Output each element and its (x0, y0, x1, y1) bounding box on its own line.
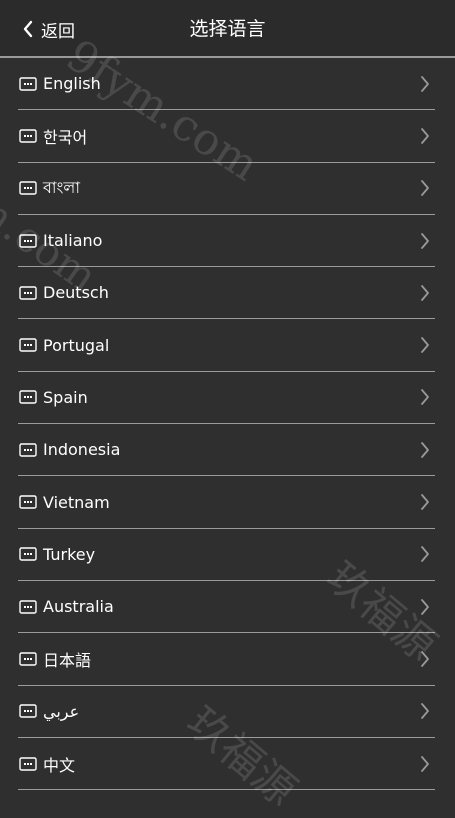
header-bar: 返回 选择语言 (0, 0, 455, 56)
language-label: English (43, 74, 101, 94)
language-item-german[interactable]: Deutsch (18, 267, 435, 320)
chevron-right-icon (421, 546, 429, 563)
language-label: Italiano (43, 231, 103, 251)
language-item-chinese[interactable]: 中文 (18, 738, 435, 791)
language-item-korean[interactable]: 한국어 (18, 110, 435, 163)
language-item-spanish[interactable]: Spain (18, 372, 435, 425)
chevron-right-icon (421, 75, 429, 92)
language-label: Deutsch (43, 283, 109, 303)
language-label: Spain (43, 387, 88, 407)
chevron-right-icon (421, 180, 429, 197)
language-item-japanese[interactable]: 日本語 (18, 633, 435, 686)
chevron-right-icon (421, 232, 429, 249)
keyboard-icon (19, 495, 37, 509)
keyboard-icon (19, 547, 37, 562)
chevron-right-icon (421, 755, 429, 772)
language-label: Portugal (43, 335, 110, 355)
keyboard-icon (19, 704, 37, 718)
language-item-bengali[interactable]: বাংলা (18, 163, 435, 215)
keyboard-icon (19, 233, 37, 248)
language-label: 한국어 (43, 127, 88, 147)
chevron-right-icon (421, 598, 429, 615)
language-item-arabic[interactable]: عربي (18, 686, 435, 738)
language-label: Turkey (43, 544, 96, 564)
language-label: Vietnam (43, 492, 110, 512)
language-label: عربي (43, 701, 80, 721)
keyboard-icon (19, 443, 37, 457)
chevron-right-icon (421, 284, 429, 301)
language-item-vietnamese[interactable]: Vietnam (18, 476, 435, 529)
language-item-indonesian[interactable]: Indonesia (18, 424, 435, 477)
chevron-right-icon (421, 128, 429, 144)
language-item-turkish[interactable]: Turkey (18, 529, 435, 581)
language-item-italian[interactable]: Italiano (18, 215, 435, 268)
language-item-portuguese[interactable]: Portugal (18, 319, 435, 372)
language-label: 中文 (43, 755, 76, 775)
language-list: English 한국어 বাংলা Italiano Deutsch Portu… (18, 58, 435, 791)
keyboard-icon (19, 286, 37, 300)
language-item-english[interactable]: English (18, 58, 435, 111)
chevron-right-icon (421, 494, 429, 510)
page-title: 选择语言 (189, 18, 266, 40)
language-label: Australia (43, 597, 114, 617)
keyboard-icon (19, 338, 37, 352)
keyboard-icon (19, 652, 37, 666)
keyboard-icon (19, 129, 37, 143)
keyboard-icon (19, 390, 37, 405)
language-label: 日本語 (43, 650, 92, 670)
keyboard-icon (19, 76, 37, 91)
chevron-right-icon (421, 337, 429, 354)
language-label: বাংলা (43, 177, 80, 197)
keyboard-icon (19, 599, 37, 614)
chevron-right-icon (421, 703, 429, 720)
chevron-right-icon (421, 389, 429, 406)
keyboard-icon (19, 756, 37, 771)
chevron-right-icon (421, 651, 429, 667)
keyboard-icon (19, 181, 37, 195)
language-item-australia[interactable]: Australia (18, 581, 435, 634)
chevron-right-icon (421, 441, 429, 458)
language-label: Indonesia (43, 440, 121, 460)
